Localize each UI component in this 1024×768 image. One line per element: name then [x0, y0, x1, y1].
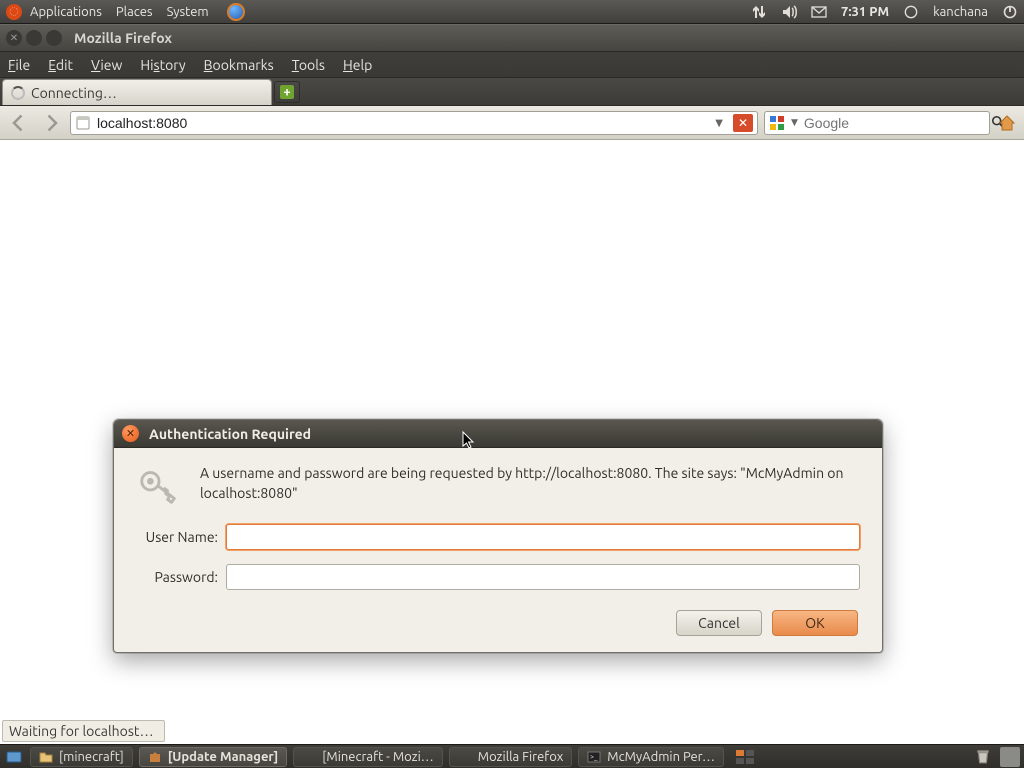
window-close-icon[interactable]: ✕ — [6, 30, 22, 46]
browser-tab[interactable]: Connecting… — [2, 79, 272, 105]
search-bar[interactable]: ▼ — [764, 111, 990, 135]
url-bar[interactable]: ▼ ✕ — [70, 111, 758, 135]
task-label: Mozilla Firefox — [478, 750, 564, 764]
firefox-navbar: ▼ ✕ ▼ — [0, 106, 1024, 140]
home-button[interactable] — [996, 112, 1018, 134]
terminal-icon: >_ — [587, 750, 601, 764]
trash-icon[interactable] — [974, 747, 994, 767]
forward-button[interactable] — [38, 111, 64, 135]
search-input[interactable] — [804, 115, 985, 131]
menu-file[interactable]: File — [8, 57, 30, 73]
folder-icon — [39, 750, 53, 764]
url-history-dropdown-icon[interactable]: ▼ — [711, 117, 727, 129]
gnome-top-panel: ◌ Applications Places System 7:31 PM kan… — [0, 0, 1024, 24]
google-engine-icon[interactable] — [769, 115, 785, 131]
task-item-minecraft-firefox[interactable]: [Minecraft - Mozi… — [293, 747, 442, 767]
task-label: McMyAdmin Per… — [607, 750, 715, 764]
panel-menu-places[interactable]: Places — [116, 5, 153, 19]
task-label: [Update Manager] — [168, 750, 279, 764]
auth-dialog-close-icon[interactable]: ✕ — [122, 425, 139, 442]
stop-button[interactable]: ✕ — [733, 114, 753, 132]
username-input[interactable] — [226, 524, 860, 550]
password-label: Password: — [136, 569, 218, 585]
page-identity-icon[interactable] — [75, 115, 91, 131]
menu-edit[interactable]: Edit — [48, 57, 73, 73]
gnome-bottom-panel: [minecraft] [Update Manager] [Minecraft … — [0, 744, 1024, 768]
task-label: [Minecraft - Mozi… — [322, 750, 433, 764]
power-icon[interactable] — [1002, 4, 1018, 20]
ok-button[interactable]: OK — [772, 610, 858, 636]
panel-menu-system[interactable]: System — [167, 5, 209, 19]
menu-bookmarks[interactable]: Bookmarks — [204, 57, 274, 73]
ubuntu-logo-icon[interactable]: ◌ — [6, 4, 22, 20]
tab-label: Connecting… — [31, 85, 117, 101]
volume-icon[interactable] — [781, 4, 797, 20]
menu-tools[interactable]: Tools — [292, 57, 325, 73]
page-content: ✕ Authentication Required A username and… — [0, 140, 1024, 744]
menu-history[interactable]: History — [140, 57, 185, 73]
window-maximize-icon[interactable] — [46, 30, 62, 46]
task-item-update-manager[interactable]: [Update Manager] — [139, 747, 288, 767]
firefox-window: ✕ Mozilla Firefox File Edit View History… — [0, 24, 1024, 744]
show-desktop-icon[interactable] — [4, 747, 24, 767]
task-item-mcmyadmin[interactable]: >_ McMyAdmin Per… — [578, 747, 724, 767]
mail-icon[interactable] — [811, 4, 827, 20]
firefox-tabstrip: Connecting… + — [0, 78, 1024, 106]
window-minimize-icon[interactable] — [26, 30, 42, 46]
task-label: [minecraft] — [59, 750, 124, 764]
panel-username[interactable]: kanchana — [933, 5, 988, 19]
auth-dialog-titlebar[interactable]: ✕ Authentication Required — [114, 420, 882, 448]
url-input[interactable] — [97, 115, 705, 131]
loading-spinner-icon — [11, 86, 25, 100]
key-icon — [136, 464, 182, 510]
status-bar: Waiting for localhost… — [2, 720, 165, 742]
menu-help[interactable]: Help — [343, 57, 372, 73]
network-icon[interactable] — [751, 4, 767, 20]
firefox-icon — [302, 750, 316, 764]
auth-dialog-title: Authentication Required — [149, 426, 311, 442]
panel-menu-applications[interactable]: Applications — [30, 5, 102, 19]
firefox-icon — [458, 750, 472, 764]
user-indicator-icon[interactable] — [903, 4, 919, 20]
workspace-switcher-icon[interactable] — [736, 750, 750, 764]
svg-text:>_: >_ — [590, 753, 598, 761]
back-button[interactable] — [6, 111, 32, 135]
username-label: User Name: — [136, 529, 218, 545]
cancel-button[interactable]: Cancel — [676, 610, 762, 636]
window-title: Mozilla Firefox — [74, 30, 172, 46]
panel-clock[interactable]: 7:31 PM — [841, 5, 889, 19]
task-item-firefox[interactable]: Mozilla Firefox — [449, 747, 573, 767]
firefox-launcher-icon[interactable] — [227, 3, 245, 21]
password-input[interactable] — [226, 564, 860, 590]
menu-view[interactable]: View — [91, 57, 122, 73]
auth-dialog: ✕ Authentication Required A username and… — [113, 419, 883, 653]
update-manager-icon — [148, 750, 162, 764]
plus-icon: + — [280, 85, 294, 99]
auth-dialog-message: A username and password are being reques… — [200, 464, 860, 503]
user-switcher-icon[interactable] — [1000, 747, 1020, 767]
firefox-menubar: File Edit View History Bookmarks Tools H… — [0, 52, 1024, 78]
new-tab-button[interactable]: + — [274, 81, 300, 103]
task-item-minecraft-folder[interactable]: [minecraft] — [30, 747, 133, 767]
firefox-titlebar[interactable]: ✕ Mozilla Firefox — [0, 24, 1024, 52]
